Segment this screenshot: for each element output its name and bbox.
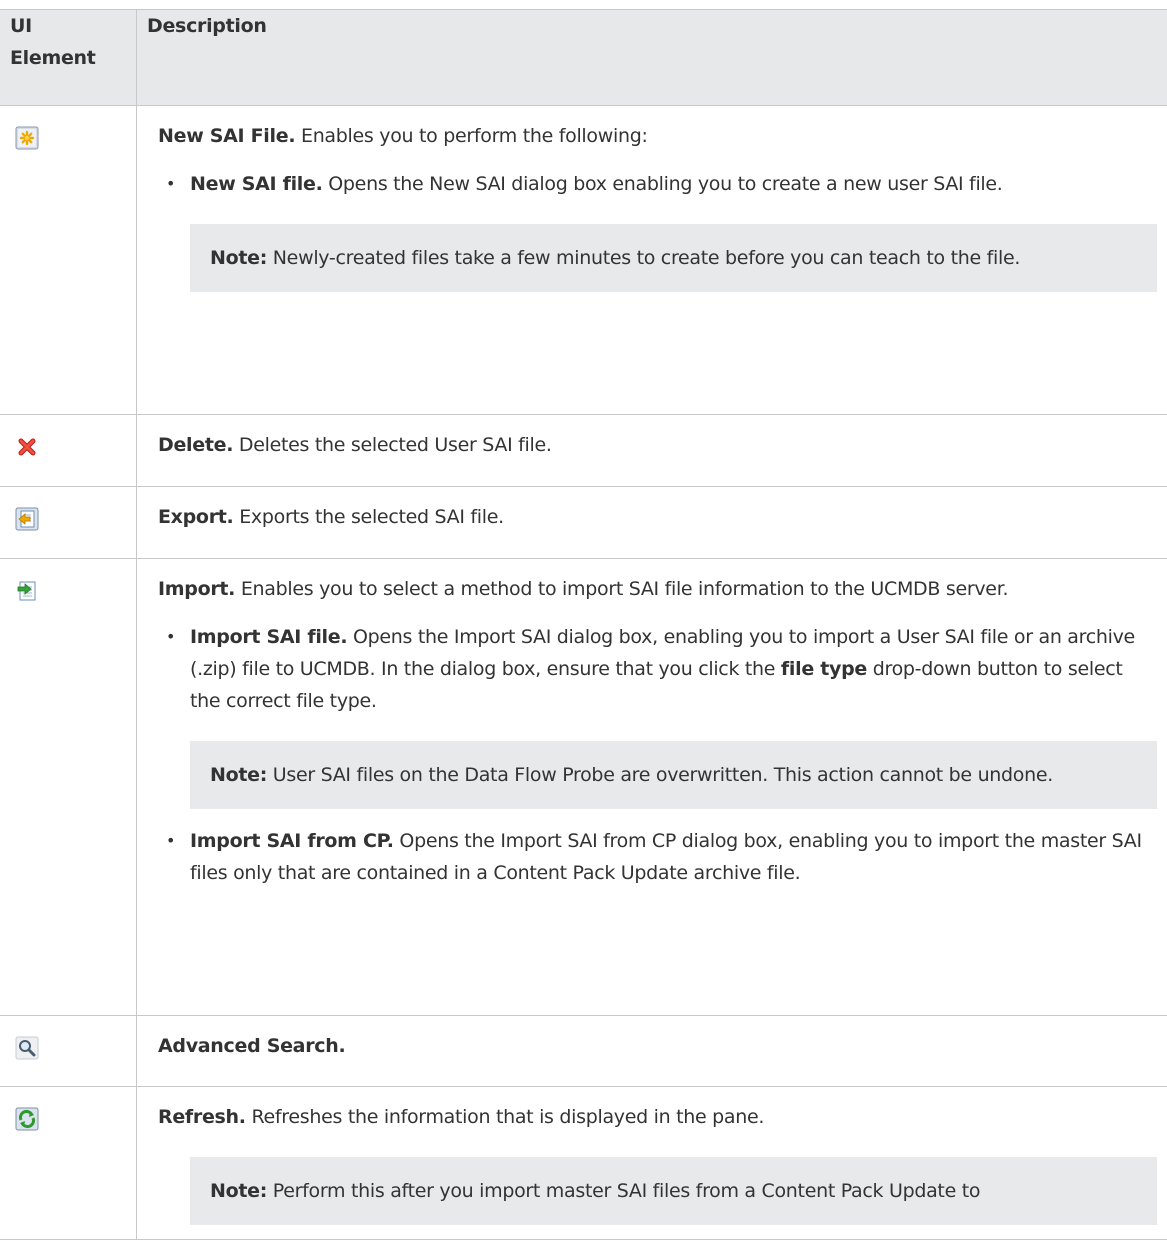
description-cell: Delete. Deletes the selected User SAI fi… bbox=[137, 415, 1167, 487]
description-cell: Refresh. Refreshes the information that … bbox=[137, 1087, 1167, 1240]
note-text: User SAI files on the Data Flow Probe ar… bbox=[267, 764, 1053, 786]
description-lead: Import. Enables you to select a method t… bbox=[158, 573, 1157, 605]
table-row: Import. Enables you to select a method t… bbox=[0, 559, 1167, 1016]
sub-list: New SAI file. Opens the New SAI dialog b… bbox=[158, 168, 1157, 200]
search-icon bbox=[15, 1036, 39, 1060]
ui-elements-table: UI Element Description bbox=[0, 9, 1167, 1240]
sub-list: Import SAI file. Opens the Import SAI di… bbox=[158, 621, 1157, 717]
sub-item-bold-inline: file type bbox=[781, 658, 867, 680]
icon-cell bbox=[0, 1087, 137, 1240]
item-text: Enables you to perform the following: bbox=[295, 125, 647, 147]
description-cell: Import. Enables you to select a method t… bbox=[137, 559, 1167, 1016]
description-cell: Advanced Search. bbox=[137, 1016, 1167, 1087]
table-row: Refresh. Refreshes the information that … bbox=[0, 1087, 1167, 1240]
description-cell: New SAI File. Enables you to perform the… bbox=[137, 106, 1167, 415]
note-box: Note: User SAI files on the Data Flow Pr… bbox=[190, 741, 1157, 809]
item-title: Refresh. bbox=[158, 1106, 246, 1128]
note-label: Note: bbox=[210, 764, 267, 786]
refresh-icon bbox=[15, 1107, 39, 1131]
header-description-text: Description bbox=[147, 10, 1157, 49]
note-box: Note: Perform this after you import mast… bbox=[190, 1157, 1157, 1225]
header-ui-line1: UI bbox=[10, 15, 32, 37]
header-element-line2: Element bbox=[10, 47, 96, 69]
item-title: Export. bbox=[158, 506, 233, 528]
description-lead: Export. Exports the selected SAI file. bbox=[158, 501, 1157, 533]
item-text: Exports the selected SAI file. bbox=[233, 506, 503, 528]
table-header-row: UI Element Description bbox=[0, 10, 1167, 106]
icon-cell bbox=[0, 1016, 137, 1087]
new-file-icon bbox=[15, 126, 39, 150]
note-box: Note: Newly-created files take a few min… bbox=[190, 224, 1157, 292]
list-item: New SAI file. Opens the New SAI dialog b… bbox=[158, 168, 1157, 200]
sub-item-title: New SAI file. bbox=[190, 173, 323, 195]
description-lead: Refresh. Refreshes the information that … bbox=[158, 1101, 1157, 1133]
item-title: New SAI File. bbox=[158, 125, 295, 147]
icon-cell bbox=[0, 487, 137, 559]
item-text: Refreshes the information that is displa… bbox=[246, 1106, 764, 1128]
header-ui-element: UI Element bbox=[0, 10, 137, 106]
item-title: Delete. bbox=[158, 434, 233, 456]
description-cell: Export. Exports the selected SAI file. bbox=[137, 487, 1167, 559]
table-row: New SAI File. Enables you to perform the… bbox=[0, 106, 1167, 415]
delete-icon bbox=[15, 435, 39, 459]
note-text: Perform this after you import master SAI… bbox=[267, 1180, 980, 1202]
sub-item-title: Import SAI from CP. bbox=[190, 830, 394, 852]
import-icon bbox=[15, 579, 39, 603]
note-label: Note: bbox=[210, 247, 267, 269]
export-icon bbox=[15, 507, 39, 531]
sub-item-text: Opens the New SAI dialog box enabling yo… bbox=[323, 173, 1003, 195]
note-text: Newly-created files take a few minutes t… bbox=[267, 247, 1020, 269]
header-description: Description bbox=[137, 10, 1167, 106]
list-item: Import SAI file. Opens the Import SAI di… bbox=[158, 621, 1157, 717]
description-lead: Delete. Deletes the selected User SAI fi… bbox=[158, 429, 1157, 461]
icon-cell bbox=[0, 106, 137, 415]
table-row: Export. Exports the selected SAI file. bbox=[0, 487, 1167, 559]
sub-list: Import SAI from CP. Opens the Import SAI… bbox=[158, 825, 1157, 889]
sub-item-title: Import SAI file. bbox=[190, 626, 347, 648]
item-text: Enables you to select a method to import… bbox=[235, 578, 1008, 600]
icon-cell bbox=[0, 559, 137, 1016]
icon-cell bbox=[0, 415, 137, 487]
note-label: Note: bbox=[210, 1180, 267, 1202]
description-lead: Advanced Search. bbox=[158, 1030, 1157, 1062]
table-row: Delete. Deletes the selected User SAI fi… bbox=[0, 415, 1167, 487]
item-text: Deletes the selected User SAI file. bbox=[233, 434, 551, 456]
item-title: Import. bbox=[158, 578, 235, 600]
table-row: Advanced Search. bbox=[0, 1016, 1167, 1087]
list-item: Import SAI from CP. Opens the Import SAI… bbox=[158, 825, 1157, 889]
item-title: Advanced Search. bbox=[158, 1035, 345, 1057]
description-lead: New SAI File. Enables you to perform the… bbox=[158, 120, 1157, 152]
